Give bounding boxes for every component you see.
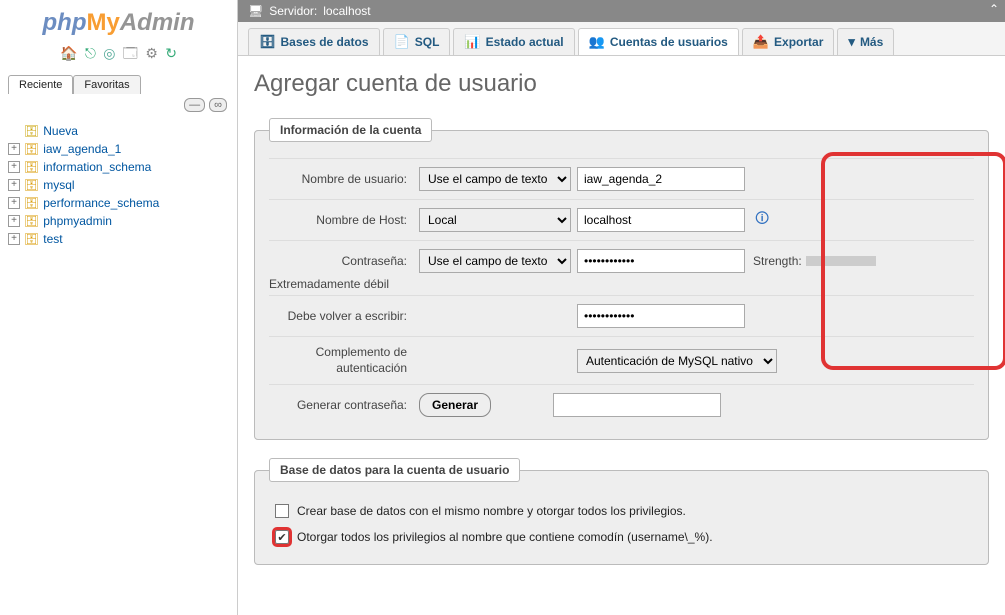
tab-status[interactable]: Estado actual <box>453 28 574 55</box>
db-item[interactable]: +🗄phpmyadmin <box>8 212 229 230</box>
password-input[interactable] <box>577 249 745 273</box>
link-icon[interactable]: ∞ <box>209 98 227 112</box>
new-database[interactable]: 🗄 Nueva <box>8 122 229 140</box>
server-name: localhost <box>323 4 370 18</box>
username-label: Nombre de usuario: <box>269 172 419 186</box>
authplugin-select[interactable]: Autenticación de MySQL nativo <box>577 349 777 373</box>
host-label: Nombre de Host: <box>269 213 419 227</box>
server-icon: 🖥 <box>248 4 263 18</box>
settings-icon[interactable]: ⚙ <box>145 45 158 61</box>
strength-label: Strength: <box>753 254 802 268</box>
database-icon: 🗄 <box>24 178 39 192</box>
db-item[interactable]: +🗄performance_schema <box>8 194 229 212</box>
collapse-tree-icon[interactable]: — <box>184 98 205 112</box>
grant-wildcard-label: Otorgar todos los privilegios al nombre … <box>297 530 713 544</box>
home-icon[interactable]: 🏠 <box>60 45 77 61</box>
database-icon: 🗄 <box>24 196 39 210</box>
reload-icon[interactable]: ↻ <box>165 45 177 61</box>
retype-label: Debe volver a escribir: <box>269 309 419 323</box>
users-icon <box>589 34 605 50</box>
db-item[interactable]: +🗄test <box>8 230 229 248</box>
expand-icon[interactable]: + <box>8 233 20 245</box>
chevron-down-icon <box>848 34 855 50</box>
username-mode-select[interactable]: Use el campo de texto <box>419 167 571 191</box>
db-item[interactable]: +🗄information_schema <box>8 158 229 176</box>
generated-password-input[interactable] <box>553 393 721 417</box>
collapse-up-icon[interactable]: ⌃ <box>989 2 999 16</box>
status-icon <box>464 34 480 50</box>
tab-export[interactable]: Exportar <box>742 28 835 55</box>
strength-meter <box>806 256 876 266</box>
new-db-icon: 🗄 <box>24 124 39 138</box>
db-item[interactable]: +🗄iaw_agenda_1 <box>8 140 229 158</box>
create-db-label: Crear base de datos con el mismo nombre … <box>297 504 686 518</box>
sql-icon <box>394 34 410 50</box>
tab-user-accounts[interactable]: Cuentas de usuarios <box>578 28 739 55</box>
account-info-fieldset: Información de la cuenta Nombre de usuar… <box>254 118 989 440</box>
expand-icon[interactable]: + <box>8 143 20 155</box>
server-label: Servidor: <box>269 4 317 18</box>
query-icon[interactable]: 🗔 <box>123 45 138 61</box>
password-mode-select[interactable]: Use el campo de texto <box>419 249 571 273</box>
content: Agregar cuenta de usuario Información de… <box>238 56 1005 615</box>
sidebar: phpMyAdmin 🏠 ⎋ ◎ 🗔 ⚙ ↻ Reciente Favorita… <box>0 0 238 615</box>
expand-icon[interactable]: + <box>8 197 20 209</box>
tab-databases[interactable]: Bases de datos <box>248 28 380 55</box>
tab-sql[interactable]: SQL <box>383 28 451 55</box>
retype-password-input[interactable] <box>577 304 745 328</box>
database-for-user-legend: Base de datos para la cuenta de usuario <box>269 458 520 482</box>
docs-icon[interactable]: ◎ <box>103 45 115 61</box>
database-icon: 🗄 <box>24 142 39 156</box>
export-icon <box>753 34 769 50</box>
host-input[interactable] <box>577 208 745 232</box>
password-label: Contraseña: <box>269 254 419 268</box>
expand-icon[interactable]: + <box>8 215 20 227</box>
help-icon[interactable]: 🛈 <box>755 208 769 232</box>
db-tree: 🗄 Nueva +🗄iaw_agenda_1 +🗄information_sch… <box>0 118 237 252</box>
account-info-legend: Información de la cuenta <box>269 118 432 142</box>
tab-favorites[interactable]: Favoritas <box>73 75 140 94</box>
page-title: Agregar cuenta de usuario <box>254 70 989 98</box>
strength-text: Extremadamente débil <box>269 277 974 291</box>
generate-password-button[interactable]: Generar <box>419 393 491 417</box>
database-icon <box>259 34 276 50</box>
create-db-checkbox[interactable] <box>275 504 289 518</box>
server-bar: 🖥 Servidor: localhost ⌃ <box>238 0 1005 22</box>
tab-more[interactable]: Más <box>837 28 894 55</box>
nav-tabs: Bases de datos SQL Estado actual Cuentas… <box>238 22 1005 56</box>
authplugin-label: Complemento de autenticación <box>269 345 419 376</box>
host-mode-select[interactable]: Local <box>419 208 571 232</box>
main: ← 🖥 Servidor: localhost ⌃ Bases de datos… <box>238 0 1005 615</box>
logout-icon[interactable]: ⎋ <box>85 45 96 61</box>
expand-icon[interactable]: + <box>8 179 20 191</box>
db-item[interactable]: +🗄mysql <box>8 176 229 194</box>
sidebar-toolbar: 🏠 ⎋ ◎ 🗔 ⚙ ↻ <box>0 39 237 73</box>
username-input[interactable] <box>577 167 745 191</box>
tab-recent[interactable]: Reciente <box>8 75 73 94</box>
database-icon: 🗄 <box>24 160 39 174</box>
logo[interactable]: phpMyAdmin <box>0 5 237 39</box>
genpass-label: Generar contraseña: <box>269 398 419 412</box>
database-for-user-fieldset: Base de datos para la cuenta de usuario … <box>254 458 989 565</box>
sidebar-tabs: Reciente Favoritas <box>0 73 237 96</box>
expand-icon[interactable]: + <box>8 161 20 173</box>
database-icon: 🗄 <box>24 232 39 246</box>
grant-wildcard-checkbox[interactable]: ✔ <box>275 530 289 544</box>
database-icon: 🗄 <box>24 214 39 228</box>
